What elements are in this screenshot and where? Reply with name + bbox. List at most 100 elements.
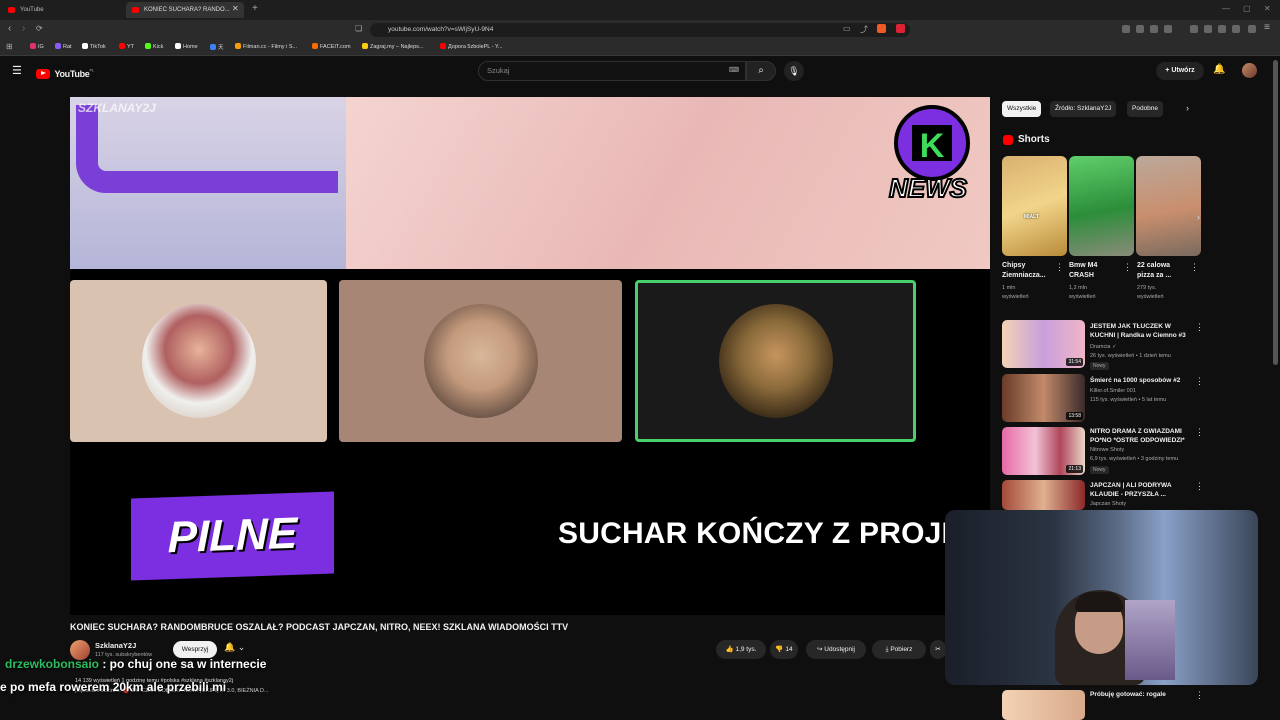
video-thumbnail[interactable] — [1002, 480, 1085, 510]
shorts-next-icon[interactable]: › — [1197, 212, 1200, 222]
clip-button[interactable]: ✂ — [930, 640, 946, 659]
video-title-link[interactable]: JAPCZAN | ALI PODRYWA KLAUDIE - PRZYSZŁA… — [1090, 481, 1190, 499]
bookmark-icon[interactable]: ❏ — [355, 24, 362, 33]
brave-rewards-icon[interactable] — [896, 24, 905, 33]
video-more-icon[interactable]: ⋮ — [1195, 376, 1204, 387]
bookmark-faceit[interactable]: FACEIT.com — [312, 43, 351, 50]
bookmark-tiktok[interactable]: TikTok — [82, 43, 106, 50]
chevron-right-icon[interactable]: › — [1186, 103, 1189, 113]
video-channel[interactable]: Dramcia ✓ — [1090, 344, 1117, 350]
keyboard-icon[interactable]: ⌨ — [729, 62, 739, 80]
like-button[interactable]: 👍 1,9 tys. — [716, 640, 766, 659]
profile-icon[interactable] — [1218, 25, 1226, 33]
cast-icon[interactable]: ▭ — [843, 24, 851, 33]
guest-camera-2 — [339, 280, 622, 442]
video-more-icon[interactable]: ⋮ — [1195, 322, 1204, 333]
share-button[interactable]: ↪ Udostępnij — [806, 640, 866, 659]
hamburger-menu-icon[interactable]: ☰ — [12, 64, 22, 77]
channel-name[interactable]: SzklanaY2J — [95, 641, 136, 650]
address-bar[interactable]: youtube.com/watch?v=sWljSyU-9N4 — [370, 23, 910, 37]
search-button[interactable]: ⌕ — [746, 61, 776, 81]
dislike-button[interactable]: 👎 14 — [770, 640, 798, 659]
video-more-icon[interactable]: ⋮ — [1195, 690, 1204, 701]
video-channel[interactable]: Killer.of.Smiler 001 — [1090, 388, 1136, 394]
sidebar-icon[interactable] — [1204, 25, 1212, 33]
video-thumbnail[interactable]: 31:54 — [1002, 320, 1085, 368]
back-icon[interactable]: ‹ — [8, 23, 11, 34]
chat-overlay-line-2: e po mefa rowerem 20km ale przebili mi — [0, 680, 227, 694]
support-button[interactable]: Wesprzyj — [173, 641, 217, 658]
video-player[interactable]: SZKLANAY2J K NEWS PILNE SUCHAR KOŃCZY Z … — [70, 97, 990, 615]
chip-all[interactable]: Wszystkie — [1002, 101, 1042, 117]
extension-icon[interactable] — [1122, 25, 1130, 33]
short-thumbnail-2[interactable] — [1069, 156, 1134, 256]
video-frame-top-left — [70, 97, 346, 269]
bookmark-zagraj[interactable]: Zagraj.my – Najleps... — [362, 43, 424, 50]
video-meta: 26 tys. wyświetleń • 1 dzień temu — [1090, 353, 1171, 359]
short-more-icon[interactable]: ⋮ — [1055, 262, 1064, 273]
short-title-2[interactable]: Bmw M4 CRASH — [1069, 261, 1121, 281]
new-tab-icon[interactable]: + — [252, 3, 258, 14]
minimize-icon[interactable]: — — [1222, 4, 1230, 13]
video-title-link[interactable]: Śmierć na 1000 sposobów #2 — [1090, 376, 1190, 385]
extension-icon[interactable] — [1164, 25, 1172, 33]
extension-icon[interactable] — [1136, 25, 1144, 33]
page-scrollbar[interactable] — [1273, 60, 1278, 365]
short-more-icon[interactable]: ⋮ — [1190, 262, 1199, 273]
short-more-icon[interactable]: ⋮ — [1123, 262, 1132, 273]
video-more-icon[interactable]: ⋮ — [1195, 427, 1204, 438]
download-button[interactable]: ⤓ Pobierz — [872, 640, 926, 659]
chat-overlay-line-1: drzewkobonsaio : po chuj one sa w intern… — [5, 657, 267, 671]
video-title-link[interactable]: NITRO DRAMA Z GWIAZDAMI PO*NO *OSTRE ODP… — [1090, 427, 1190, 445]
brave-shields-icon[interactable] — [877, 24, 886, 33]
account-avatar[interactable] — [1242, 63, 1257, 78]
vpn-icon[interactable] — [1248, 25, 1256, 33]
media-icon[interactable] — [1190, 25, 1198, 33]
chip-related[interactable]: Podobne — [1127, 101, 1164, 117]
search-input[interactable]: Szukaj ⌨ — [478, 61, 746, 81]
zagraj-icon — [362, 43, 368, 49]
video-thumbnail[interactable] — [1002, 690, 1085, 720]
apps-grid-icon[interactable]: ⊞ — [6, 42, 13, 51]
video-thumbnail[interactable]: 21:13 — [1002, 427, 1085, 475]
bookmark-translate[interactable]: 天 — [210, 43, 224, 51]
close-tab-icon[interactable]: ✕ — [232, 4, 239, 13]
close-window-icon[interactable]: ✕ — [1264, 4, 1271, 13]
bookmark-rat[interactable]: Rat — [55, 43, 72, 50]
chip-source[interactable]: Źródło: SzklanaY2J — [1050, 101, 1117, 117]
shorts-heading: Shorts — [1018, 134, 1050, 145]
browser-tab-active[interactable]: KONIEC SUCHARA? RANDO... — [126, 2, 244, 18]
short-thumbnail-3[interactable] — [1136, 156, 1201, 256]
video-title-link[interactable]: Próbuję gotować: rogale — [1090, 691, 1166, 698]
voice-search-button[interactable]: 🎙 — [784, 61, 804, 81]
youtube-logo[interactable]: YouTubePL — [36, 65, 94, 83]
extension-icon[interactable] — [1150, 25, 1158, 33]
badge-letter: K — [920, 127, 945, 165]
video-channel[interactable]: Japczan Shoty — [1090, 501, 1126, 507]
video-channel[interactable]: Nitrowe Shoty — [1090, 447, 1124, 453]
subscription-bell-button[interactable]: 🔔 ⌄ — [224, 642, 245, 653]
bookmark-yt[interactable]: YT — [119, 43, 134, 50]
bookmark-ig[interactable]: IG — [30, 43, 44, 50]
video-more-icon[interactable]: ⋮ — [1195, 481, 1204, 492]
short-title-1[interactable]: Chipsy Ziemniacza... — [1002, 261, 1054, 281]
share-page-icon[interactable]: ⤴ — [860, 24, 868, 35]
video-title-link[interactable]: JESTEM JAK TŁUCZEK W KUCHNI | Randka w C… — [1090, 322, 1190, 340]
knews-badge-icon: K NEWS — [888, 105, 970, 204]
maximize-icon[interactable]: ▢ — [1243, 4, 1251, 13]
bookmark-x-home[interactable]: Home — [175, 43, 198, 50]
menu-icon[interactable]: ≡ — [1264, 22, 1270, 33]
wallet-icon[interactable] — [1232, 25, 1240, 33]
video-thumbnail[interactable]: 13:58 — [1002, 374, 1085, 422]
create-button[interactable]: + Utwórz — [1156, 62, 1204, 80]
short-thumbnail-1[interactable]: MIALT — [1002, 156, 1067, 256]
browser-tab-youtube[interactable]: YouTube — [2, 2, 122, 18]
shorts-icon — [1003, 135, 1013, 145]
forward-icon[interactable]: › — [22, 23, 25, 34]
bookmark-kick[interactable]: Kick — [145, 43, 163, 50]
bookmark-doroga[interactable]: Дорога 5zbolePL - Y... — [440, 43, 503, 50]
short-title-3[interactable]: 22 calowa pizza za ... — [1137, 261, 1189, 281]
reload-icon[interactable]: ⟳ — [36, 24, 43, 33]
notifications-bell-icon[interactable]: 🔔 — [1213, 64, 1225, 75]
bookmark-filman[interactable]: Filman.cc - Filmy i S... — [235, 43, 297, 50]
